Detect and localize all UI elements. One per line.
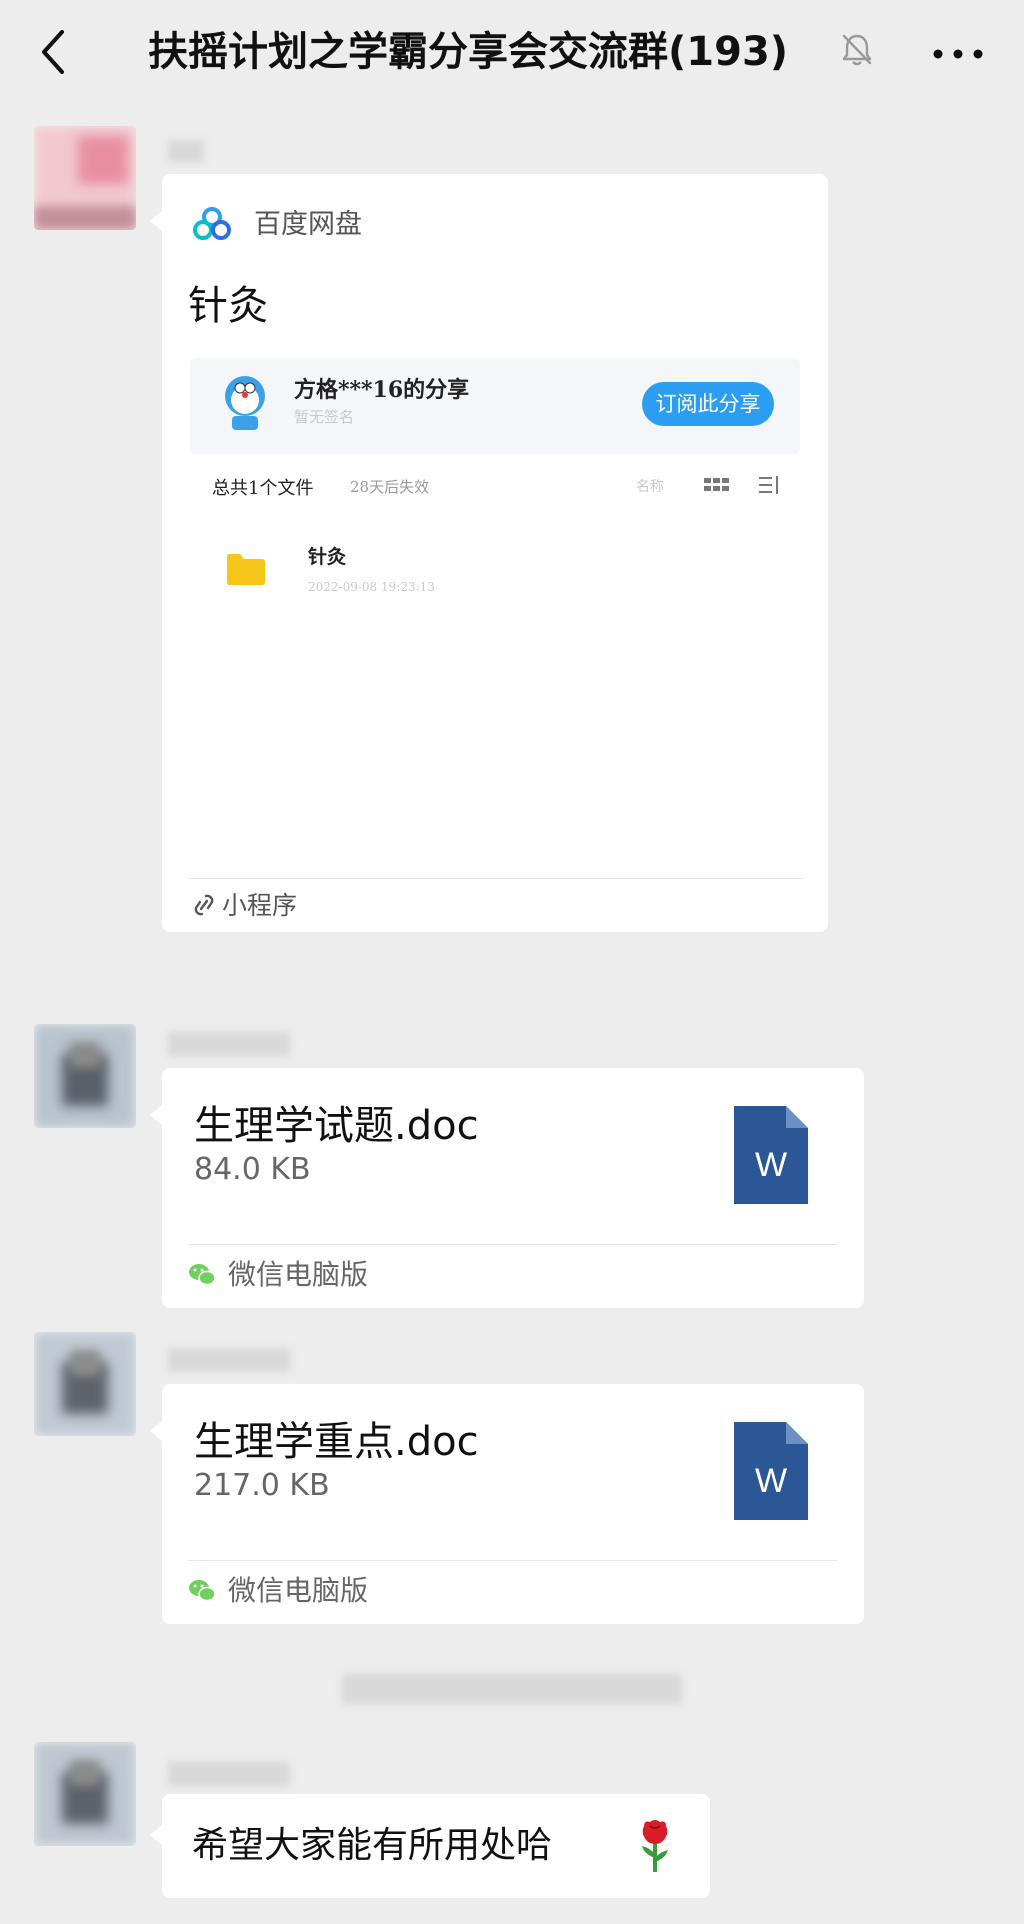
system-notice-blurred [342, 1674, 682, 1704]
avatar[interactable] [34, 126, 136, 230]
miniprogram-label: 小程序 [222, 891, 298, 920]
baidu-netdisk-logo [192, 204, 232, 244]
list-sort-icon [758, 474, 780, 496]
chat-header: 扶摇计划之学霸分享会交流群(193) [0, 0, 1024, 105]
wechat-icon [188, 1262, 216, 1288]
share-expiry: 28天后失效 [350, 478, 430, 496]
back-button[interactable] [34, 24, 74, 80]
app-name: 百度网盘 [254, 209, 362, 240]
file-name: 生理学重点.doc [194, 1419, 479, 1465]
bell-off-icon [838, 30, 876, 68]
folder-icon [226, 552, 266, 586]
sort-label: 名称 [636, 479, 664, 495]
rose-emoji [638, 1818, 672, 1874]
file-size: 217.0 KB [194, 1468, 330, 1503]
sender-name-blurred [168, 1348, 290, 1372]
sender-name-blurred [168, 1032, 290, 1056]
grid-view-icon [704, 476, 730, 494]
message-text: 希望大家能有所用处哈 [192, 1825, 553, 1866]
avatar[interactable] [34, 1332, 136, 1436]
file-message-card[interactable]: 生理学试题.doc 84.0 KB W 微信电脑版 [150, 1068, 864, 1308]
folder-name: 针灸 [308, 546, 347, 568]
subscribe-share-button[interactable]: 订阅此分享 [642, 382, 774, 426]
svg-text:W: W [755, 1146, 787, 1184]
share-info-box: 方格***16的分享 暂无签名 订阅此分享 [190, 358, 800, 454]
miniprogram-title: 针灸 [188, 283, 268, 329]
share-user-signature: 暂无签名 [294, 408, 355, 426]
svg-text:W: W [755, 1462, 787, 1500]
avatar[interactable] [34, 1024, 136, 1128]
more-dots-icon [933, 49, 983, 59]
file-count: 总共1个文件 [212, 478, 314, 499]
wechat-icon [188, 1578, 216, 1604]
sender-name-blurred [168, 140, 204, 162]
sender-name-blurred [168, 1762, 290, 1786]
divider [188, 1560, 838, 1561]
link-icon [192, 892, 216, 918]
divider [188, 878, 804, 879]
file-source-label: 微信电脑版 [228, 1574, 369, 1607]
text-message-bubble[interactable]: 希望大家能有所用处哈 [150, 1794, 710, 1898]
miniprogram-card[interactable]: 百度网盘 针灸 方格***16的分享 暂无签名 订阅此分享 总共1个文件 28天… [150, 174, 828, 932]
share-user: 方格***16的分享 [294, 377, 470, 403]
file-name: 生理学试题.doc [194, 1103, 479, 1149]
file-source-label: 微信电脑版 [228, 1258, 369, 1291]
doraemon-avatar [220, 372, 270, 432]
word-doc-icon: W [734, 1422, 808, 1520]
word-doc-icon: W [734, 1106, 808, 1204]
file-size: 84.0 KB [194, 1152, 311, 1187]
more-options-button[interactable] [928, 38, 988, 68]
chevron-left-icon [42, 30, 64, 74]
divider [188, 1244, 838, 1245]
chat-title: 扶摇计划之学霸分享会交流群(193) [148, 29, 789, 75]
avatar[interactable] [34, 1742, 136, 1846]
folder-date: 2022-09-08 19:23:13 [308, 580, 435, 594]
file-message-card[interactable]: 生理学重点.doc 217.0 KB W 微信电脑版 [150, 1384, 864, 1624]
